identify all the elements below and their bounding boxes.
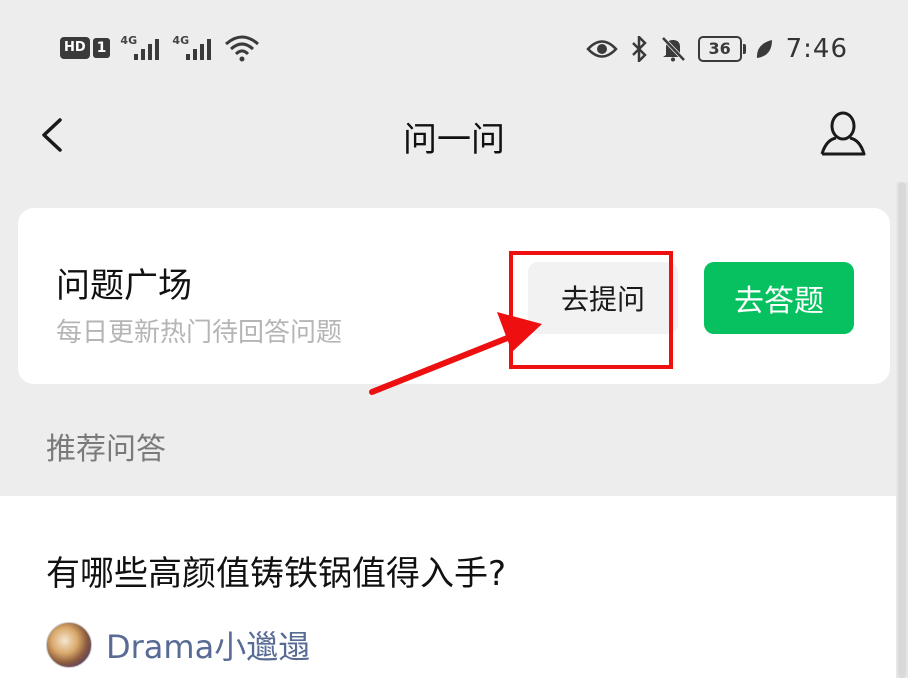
author-row[interactable]: Drama小邋遢 xyxy=(46,622,310,668)
scrollbar-thumb[interactable] xyxy=(898,182,906,678)
signal-icon-1: 4G xyxy=(120,34,162,62)
hd-label: HD xyxy=(60,37,90,59)
status-bar: HD 1 4G 4G 36 7:46 xyxy=(0,0,908,100)
avatar xyxy=(46,622,92,668)
top-navigation: 问一问 xyxy=(0,100,908,172)
scrollbar[interactable] xyxy=(896,182,908,678)
status-left: HD 1 4G 4G xyxy=(60,34,260,62)
author-name: Drama小邋遢 xyxy=(106,628,311,666)
question-square-title: 问题广场 xyxy=(56,266,192,306)
question-square-subtitle: 每日更新热门待回答问题 xyxy=(56,318,343,348)
page-title: 问一问 xyxy=(403,120,505,160)
sim-label: 1 xyxy=(92,38,111,58)
bluetooth-icon xyxy=(631,36,647,62)
profile-button[interactable] xyxy=(818,108,868,162)
question-title[interactable]: 有哪些高颜值铸铁锅值得入手? xyxy=(46,546,506,595)
status-right: 36 7:46 xyxy=(585,34,848,64)
mute-bell-icon xyxy=(661,36,686,62)
wifi-icon xyxy=(225,35,260,62)
answer-question-button[interactable]: 去答题 xyxy=(704,262,854,334)
eye-icon xyxy=(585,40,618,58)
battery-icon: 36 xyxy=(697,36,746,62)
user-icon xyxy=(820,111,866,156)
clock-time: 7:46 xyxy=(785,34,848,64)
leaf-icon xyxy=(756,40,772,58)
section-label-recommended: 推荐问答 xyxy=(46,432,166,467)
hd-badge: HD 1 xyxy=(60,36,111,60)
highlight-box xyxy=(509,251,673,369)
question-square-card[interactable]: 问题广场 每日更新热门待回答问题 去提问 去答题 xyxy=(18,208,890,384)
recommended-list: 有哪些高颜值铸铁锅值得入手? Drama小邋遢 xyxy=(0,496,908,678)
signal-icon-2: 4G xyxy=(172,34,214,62)
